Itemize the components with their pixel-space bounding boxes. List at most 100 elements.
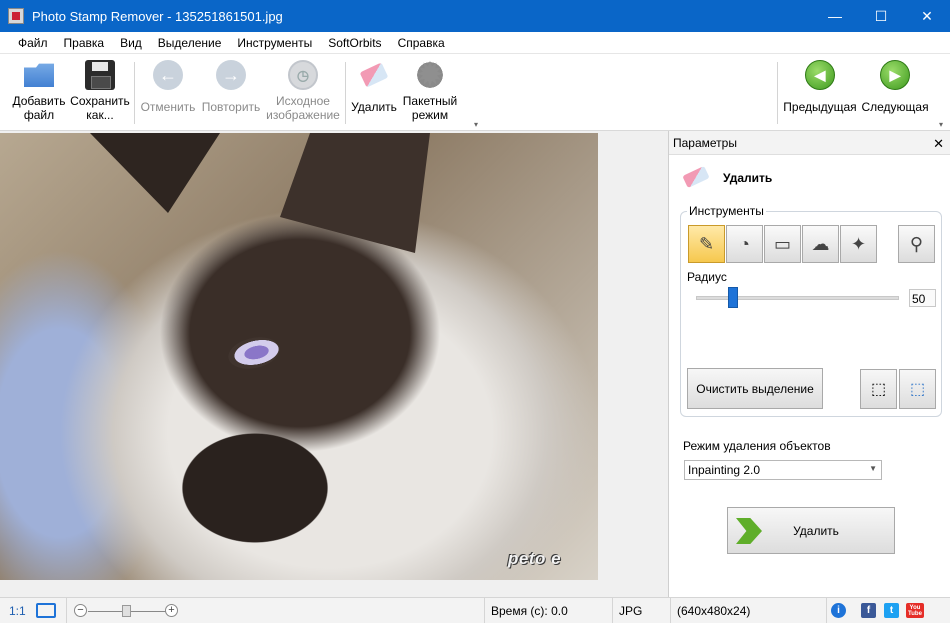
chevron-down-icon: ▼ xyxy=(869,464,877,473)
rectangle-select-tool[interactable]: ▭ xyxy=(764,225,801,263)
remove-button[interactable]: Удалить xyxy=(350,60,398,114)
pencil-tool[interactable]: ✎ xyxy=(688,225,725,263)
gear-icon xyxy=(415,56,445,94)
panel-title: Параметры xyxy=(673,135,737,150)
toolbar-separator xyxy=(777,62,778,124)
radius-label: Радиус xyxy=(687,270,727,284)
remove-label: Удалить xyxy=(351,100,397,114)
status-bar: 1:1 − + Время (с): 0.0 JPG (640x480x24) … xyxy=(0,597,950,623)
add-file-label: Добавить файл xyxy=(12,94,66,122)
eraser-tool[interactable]: ◔ xyxy=(726,225,763,263)
previous-label: Предыдущая xyxy=(783,100,857,114)
stamp-tool[interactable]: ⚲ xyxy=(898,225,935,263)
maximize-button[interactable]: ☐ xyxy=(858,0,904,32)
cat-ear-right xyxy=(280,133,430,253)
photo-cat[interactable]: peto e xyxy=(0,133,598,580)
prev-arrow-icon: ◀ xyxy=(805,60,835,90)
save-as-label: Сохранить как... xyxy=(70,94,130,122)
history-clock-icon: ◷ xyxy=(288,60,318,90)
magic-wand-tool[interactable]: ✦ xyxy=(840,225,877,263)
dimensions-status: (640x480x24) xyxy=(670,598,826,623)
removal-mode-value: Inpainting 2.0 xyxy=(688,463,761,477)
rectangle-select-icon: ▭ xyxy=(773,233,791,254)
save-selection-icon: ⬚ xyxy=(870,381,887,398)
toolbar: Добавить файл Сохранить как... ← Отменит… xyxy=(0,54,950,131)
menu-bar: Файл Правка Вид Выделение Инструменты So… xyxy=(0,32,950,54)
green-arrow-icon xyxy=(736,518,762,544)
undo-label: Отменить xyxy=(140,100,196,114)
zoom-slider-thumb[interactable] xyxy=(122,605,131,617)
window-title: Photo Stamp Remover - 135251861501.jpg xyxy=(32,8,283,24)
menu-file[interactable]: Файл xyxy=(10,36,56,50)
cat-ear-left xyxy=(90,133,220,213)
removal-mode-select[interactable]: Inpainting 2.0 ▼ xyxy=(684,460,882,480)
redo-arrow-icon: → xyxy=(216,60,246,90)
close-button[interactable]: ✕ xyxy=(904,0,950,32)
redo-label: Повторить xyxy=(201,100,261,114)
twitter-icon[interactable]: t xyxy=(884,603,899,618)
redo-button[interactable]: → Повторить xyxy=(200,60,262,114)
menu-tools[interactable]: Инструменты xyxy=(229,36,320,50)
facebook-icon[interactable]: f xyxy=(861,603,876,618)
app-icon xyxy=(8,8,24,24)
original-image-label: Исходное изображение xyxy=(266,94,340,122)
save-as-button[interactable]: Сохранить как... xyxy=(68,60,132,122)
zoom-out-icon[interactable]: − xyxy=(74,604,87,617)
actual-size-ratio[interactable]: 1:1 xyxy=(9,604,26,618)
youtube-icon[interactable]: You Tube xyxy=(906,603,924,618)
add-file-button[interactable]: Добавить файл xyxy=(10,60,68,122)
radius-slider-thumb[interactable] xyxy=(727,287,738,308)
magic-wand-icon: ✦ xyxy=(850,233,867,254)
toolbar-overflow-icon[interactable]: ▾ xyxy=(939,120,943,129)
next-arrow-icon: ▶ xyxy=(880,60,910,90)
remove-objects-label: Удалить xyxy=(793,523,839,538)
lasso-icon: ☁ xyxy=(811,233,830,254)
menu-help[interactable]: Справка xyxy=(390,36,453,50)
tools-legend: Инструменты xyxy=(687,204,766,218)
minimize-button[interactable]: — xyxy=(812,0,858,32)
next-label: Следующая xyxy=(861,100,929,114)
format-status: JPG xyxy=(612,598,670,623)
previous-image-button[interactable]: ◀ Предыдущая xyxy=(783,60,857,114)
eraser-icon xyxy=(682,165,710,189)
batch-mode-label: Пакетный режим xyxy=(402,94,458,122)
pencil-icon: ✎ xyxy=(698,233,715,254)
radius-slider-track[interactable] xyxy=(696,296,899,300)
zoom-in-icon[interactable]: + xyxy=(165,604,178,617)
undo-arrow-icon: ← xyxy=(153,60,183,90)
watermark-stamp: peto e xyxy=(508,549,562,568)
info-icon[interactable]: i xyxy=(831,603,846,618)
menu-edit[interactable]: Правка xyxy=(56,36,113,50)
panel-header: Параметры ✕ xyxy=(669,131,950,155)
parameters-panel: Параметры ✕ Удалить Инструменты ✎ ◔ ▭ ☁ … xyxy=(668,131,950,597)
save-disk-icon xyxy=(85,60,115,90)
time-status: Время (с): 0.0 xyxy=(484,598,614,623)
menu-softorbits[interactable]: SoftOrbits xyxy=(320,36,389,50)
toolbar-overflow-icon[interactable]: ▾ xyxy=(474,120,478,129)
toolbar-separator xyxy=(345,62,346,124)
load-selection-button[interactable]: ⬚ xyxy=(899,369,936,409)
open-folder-icon xyxy=(24,63,54,87)
toolbar-separator xyxy=(134,62,135,124)
lasso-tool[interactable]: ☁ xyxy=(802,225,839,263)
section-title: Удалить xyxy=(723,171,773,185)
image-canvas[interactable]: peto e xyxy=(0,131,668,597)
eraser-selection-icon: ◔ xyxy=(739,233,750,254)
radius-value-field[interactable]: 50 xyxy=(909,289,936,307)
removal-mode-label: Режим удаления объектов xyxy=(683,439,831,453)
next-image-button[interactable]: ▶ Следующая xyxy=(860,60,930,114)
load-selection-icon: ⬚ xyxy=(909,381,926,398)
stamp-icon: ⚲ xyxy=(909,233,924,254)
batch-mode-button[interactable]: Пакетный режим xyxy=(400,56,460,122)
fit-to-window-icon[interactable] xyxy=(36,603,56,618)
undo-button[interactable]: ← Отменить xyxy=(138,60,198,114)
clear-selection-button[interactable]: Очистить выделение xyxy=(687,368,823,409)
menu-view[interactable]: Вид xyxy=(112,36,150,50)
menu-selection[interactable]: Выделение xyxy=(150,36,230,50)
eraser-icon xyxy=(359,62,389,88)
save-selection-button[interactable]: ⬚ xyxy=(860,369,897,409)
panel-close-icon[interactable]: ✕ xyxy=(933,136,944,152)
original-image-button[interactable]: ◷ Исходное изображение xyxy=(264,60,342,122)
title-bar: Photo Stamp Remover - 135251861501.jpg —… xyxy=(0,0,950,32)
remove-objects-button[interactable]: Удалить xyxy=(727,507,895,554)
